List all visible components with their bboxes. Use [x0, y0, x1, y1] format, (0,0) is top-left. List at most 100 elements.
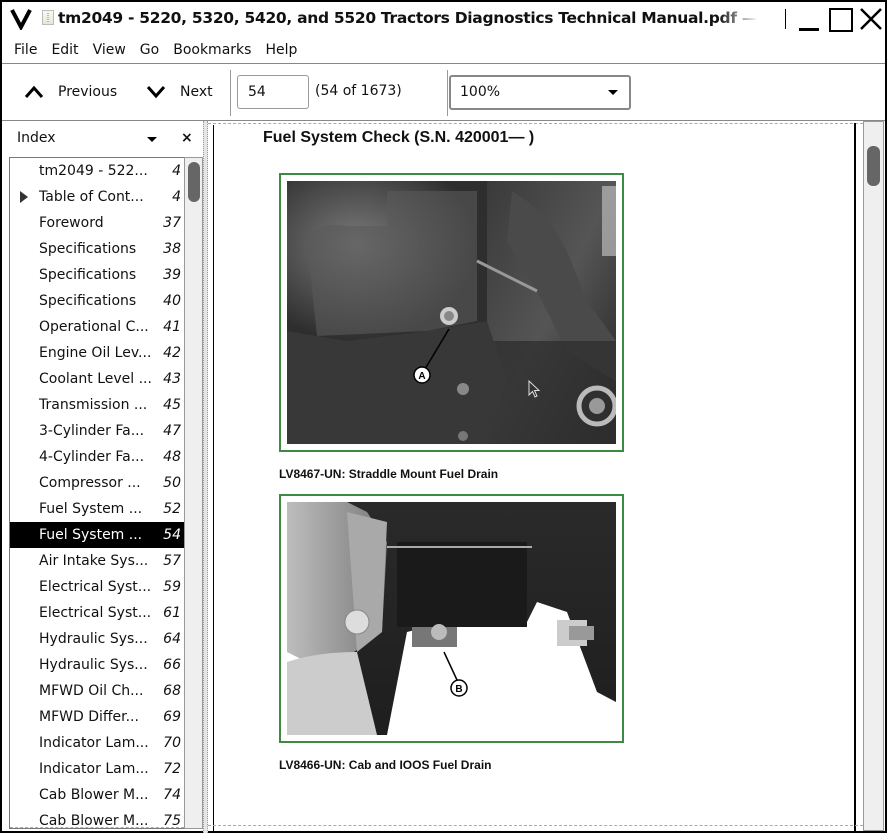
index-item[interactable]: Specifications 38: [10, 236, 184, 262]
index-item-label: Electrical Syst...: [39, 579, 152, 595]
menu-view[interactable]: View: [93, 40, 126, 60]
index-item-page: 59: [163, 579, 181, 595]
index-item-page: 37: [163, 215, 181, 231]
index-item-label: Cab Blower M...: [39, 813, 149, 829]
index-item[interactable]: Compressor ... 50: [10, 470, 184, 496]
expand-arrow-icon[interactable]: [20, 191, 28, 203]
index-item[interactable]: Cab Blower M... 74: [10, 782, 184, 808]
index-item[interactable]: MFWD Oil Ch... 68: [10, 678, 184, 704]
index-item[interactable]: Foreword 37: [10, 210, 184, 236]
index-item[interactable]: 4-Cylinder Fa... 48: [10, 444, 184, 470]
sidebar-close-button[interactable]: ×: [181, 130, 193, 146]
previous-page-button[interactable]: Previous: [24, 80, 117, 104]
index-item-label: tm2049 - 522...: [39, 163, 148, 179]
index-item-page: 75: [163, 813, 181, 829]
index-item-page: 66: [163, 657, 181, 673]
zoom-dropdown[interactable]: 100%: [449, 75, 631, 110]
app-window: tm2049 - 5220, 5320, 5420, and 5520 Trac…: [0, 0, 887, 833]
index-item[interactable]: Cab Blower M... 75: [10, 808, 184, 829]
zoom-value: 100%: [460, 84, 501, 100]
index-item-page: 52: [163, 501, 181, 517]
document-scrollbar-thumb[interactable]: [867, 146, 880, 186]
sidebar-menu-dropdown-icon[interactable]: [147, 137, 157, 142]
index-item[interactable]: Engine Oil Lev... 42: [10, 340, 184, 366]
index-item-label: Indicator Lam...: [39, 761, 149, 777]
index-item-label: Hydraulic Sys...: [39, 657, 148, 673]
title-separator: [785, 9, 786, 29]
page-heading: Fuel System Check (S.N. 420001— ): [263, 129, 535, 146]
sidebar-scrollbar-thumb[interactable]: [188, 162, 200, 202]
page-number-input[interactable]: [237, 75, 309, 109]
next-page-button[interactable]: Next: [146, 80, 213, 104]
index-item-label: Specifications: [39, 293, 137, 309]
maximize-button[interactable]: [828, 6, 854, 32]
index-item[interactable]: Operational C... 41: [10, 314, 184, 340]
index-item-label: Engine Oil Lev...: [39, 345, 152, 361]
index-item[interactable]: tm2049 - 522... 4: [10, 158, 184, 184]
close-window-button[interactable]: [858, 6, 884, 32]
index-item[interactable]: Indicator Lam... 72: [10, 756, 184, 782]
index-item[interactable]: Hydraulic Sys... 64: [10, 626, 184, 652]
index-item[interactable]: MFWD Differ... 69: [10, 704, 184, 730]
menu-edit[interactable]: Edit: [51, 40, 78, 60]
index-tree: tm2049 - 522... 4 Table of Cont... 4 Forewor…: [9, 157, 184, 829]
index-item-label: Coolant Level ...: [39, 371, 152, 387]
index-item-page: 39: [163, 267, 181, 283]
tree-bottom-border: [10, 827, 184, 828]
index-item-page: 54: [163, 527, 181, 543]
page-bottom-border: [208, 825, 863, 826]
figure-caption: LV8466-UN: Cab and IOOS Fuel Drain: [279, 758, 492, 772]
minimize-button[interactable]: [797, 6, 823, 32]
index-item-page: 42: [163, 345, 181, 361]
index-item[interactable]: 3-Cylinder Fa... 47: [10, 418, 184, 444]
index-item[interactable]: Table of Cont... 4: [10, 184, 184, 210]
index-item-page: 74: [163, 787, 181, 803]
document-scrollbar[interactable]: [863, 121, 884, 831]
index-item[interactable]: Electrical Syst... 61: [10, 600, 184, 626]
menu-bookmarks[interactable]: Bookmarks: [173, 40, 251, 60]
window-title: tm2049 - 5220, 5320, 5420, and 5520 Trac…: [58, 9, 758, 27]
index-item[interactable]: Hydraulic Sys... 66: [10, 652, 184, 678]
index-item-page: 43: [163, 371, 181, 387]
toolbar-separator: [230, 70, 231, 116]
next-label: Next: [180, 84, 213, 100]
index-item-page: 38: [163, 241, 181, 257]
figure-cab-ioos-fuel-drain: B: [279, 494, 624, 743]
index-item[interactable]: Fuel System ... 54: [10, 522, 184, 548]
menu-file[interactable]: File: [14, 40, 37, 60]
index-item-label: Fuel System ...: [39, 501, 143, 517]
index-item-label: Transmission ...: [39, 397, 148, 413]
index-item[interactable]: Coolant Level ... 43: [10, 366, 184, 392]
index-item-label: Compressor ...: [39, 475, 141, 491]
index-item[interactable]: Specifications 40: [10, 288, 184, 314]
chevron-up-icon: [24, 85, 44, 98]
engine-photo-illustration: A: [287, 181, 616, 444]
index-item[interactable]: Transmission ... 45: [10, 392, 184, 418]
index-item[interactable]: Specifications 39: [10, 262, 184, 288]
previous-label: Previous: [58, 84, 118, 100]
index-item[interactable]: Indicator Lam... 70: [10, 730, 184, 756]
index-item-label: Hydraulic Sys...: [39, 631, 148, 647]
index-item[interactable]: Electrical Syst... 59: [10, 574, 184, 600]
index-item-label: Specifications: [39, 267, 137, 283]
sidebar-scrollbar[interactable]: [184, 157, 203, 829]
index-item[interactable]: Air Intake Sys... 57: [10, 548, 184, 574]
index-item-label: 4-Cylinder Fa...: [39, 449, 145, 465]
index-item-page: 40: [163, 293, 181, 309]
index-item-label: Foreword: [39, 215, 104, 231]
index-item-page: 45: [163, 397, 181, 413]
figure-photo: A: [287, 181, 616, 444]
index-item-page: 72: [163, 761, 181, 777]
document-view: Fuel System Check (S.N. 420001— ) A LV84…: [208, 121, 863, 831]
index-item-label: Cab Blower M...: [39, 787, 149, 803]
index-item-label: Table of Cont...: [39, 189, 144, 205]
mouse-cursor-icon: [528, 380, 540, 398]
index-item[interactable]: Fuel System ... 52: [10, 496, 184, 522]
title-bar: tm2049 - 5220, 5320, 5420, and 5520 Trac…: [2, 2, 885, 36]
index-item-page: 57: [163, 553, 181, 569]
index-item-page: 61: [163, 605, 181, 621]
menu-go[interactable]: Go: [140, 40, 159, 60]
page-top-border: [208, 123, 863, 124]
index-item-page: 4: [172, 189, 181, 205]
menu-help[interactable]: Help: [265, 40, 297, 60]
